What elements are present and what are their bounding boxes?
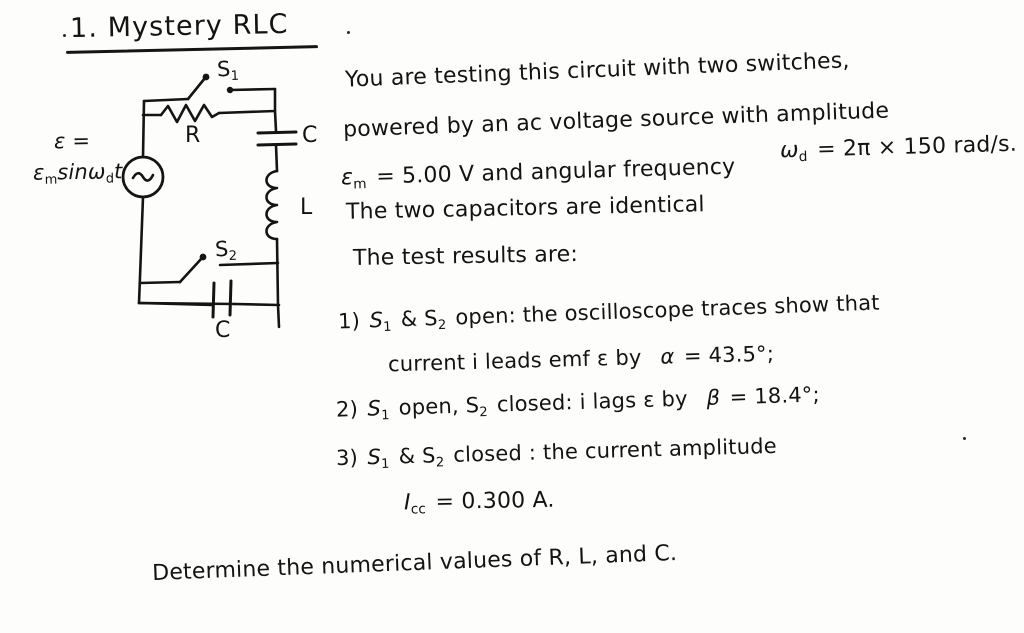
wire-switch2-left [138, 280, 182, 285]
wire-top-right [228, 87, 277, 92]
problem-line-2: powered by an ac voltage source with amp… [342, 98, 890, 143]
page-title: 1. Mystery RLC [69, 8, 289, 45]
switch1-label: S1 [216, 56, 240, 85]
footer-question: Determine the numerical values of R, L, … [151, 540, 678, 587]
result-item-3: 3) S1 & S2 closed : the current amplitude [335, 433, 778, 473]
wire-left-upper [141, 99, 146, 159]
capacitor-bottom-plate-2 [228, 279, 233, 317]
wire-left-lower [137, 195, 145, 305]
result-item-2: 2) S1 open, S2 closed: i lags ε by β = 18.4°; [335, 382, 821, 424]
problem-line-1: You are testing this circuit with two sw… [344, 48, 851, 93]
source-label-line2: εmsinωdt [32, 159, 123, 188]
switch2-pivot-dot [199, 253, 207, 261]
problem-line-5: The test results are: [352, 242, 579, 271]
problem-line-3-omega: ωd = 2π × 150 rad/s. [779, 131, 1018, 166]
wire-top-left [142, 97, 190, 103]
source-label-line1: ε = [53, 128, 91, 154]
title-underline [65, 45, 319, 54]
handwritten-problem-page: 1. Mystery RLC S1 R C L S2 C ε = εmsinωd… [0, 0, 1024, 633]
wire-capacitor-to-inductor [274, 143, 279, 173]
problem-line-3: εm = 5.00 V and angular frequency [340, 154, 736, 193]
inductor-symbol [265, 169, 279, 241]
wire-to-capacitor-top [273, 109, 278, 133]
capacitor-top-label: C [302, 123, 318, 148]
circuit-svg [121, 73, 298, 329]
result-item-3-value: Icc = 0.300 A. [403, 487, 555, 518]
capacitor-top-plate-1 [256, 130, 298, 135]
ink-dot [63, 34, 66, 37]
inductor-label: L [300, 195, 313, 220]
switch2-blade [178, 256, 204, 284]
ac-source-tilde [131, 171, 155, 182]
circuit-diagram: S1 R C L S2 C [30, 55, 330, 345]
wire-inductor-down [275, 237, 281, 329]
ink-dot [347, 31, 350, 34]
ink-dot [963, 437, 966, 440]
capacitor-bottom-plate-1 [211, 281, 216, 319]
result-item-1-continuation: current i leads emf ε by α = 43.5°; [387, 341, 775, 377]
wire-bottom-cap-to-right [233, 302, 281, 307]
switch1-blade [186, 76, 207, 101]
capacitor-bottom-label: C [215, 318, 231, 343]
resistor-symbol [159, 103, 221, 124]
wire-resistor-right-lead [217, 87, 277, 115]
result-item-1: 1) S1 & S2 open: the oscilloscope traces sh… [337, 290, 881, 336]
switch1-pivot-dot [202, 73, 210, 81]
problem-line-4: The two capacitors are identical [345, 192, 705, 225]
switch2-label: S2 [214, 236, 238, 265]
resistor-label: R [185, 123, 201, 148]
